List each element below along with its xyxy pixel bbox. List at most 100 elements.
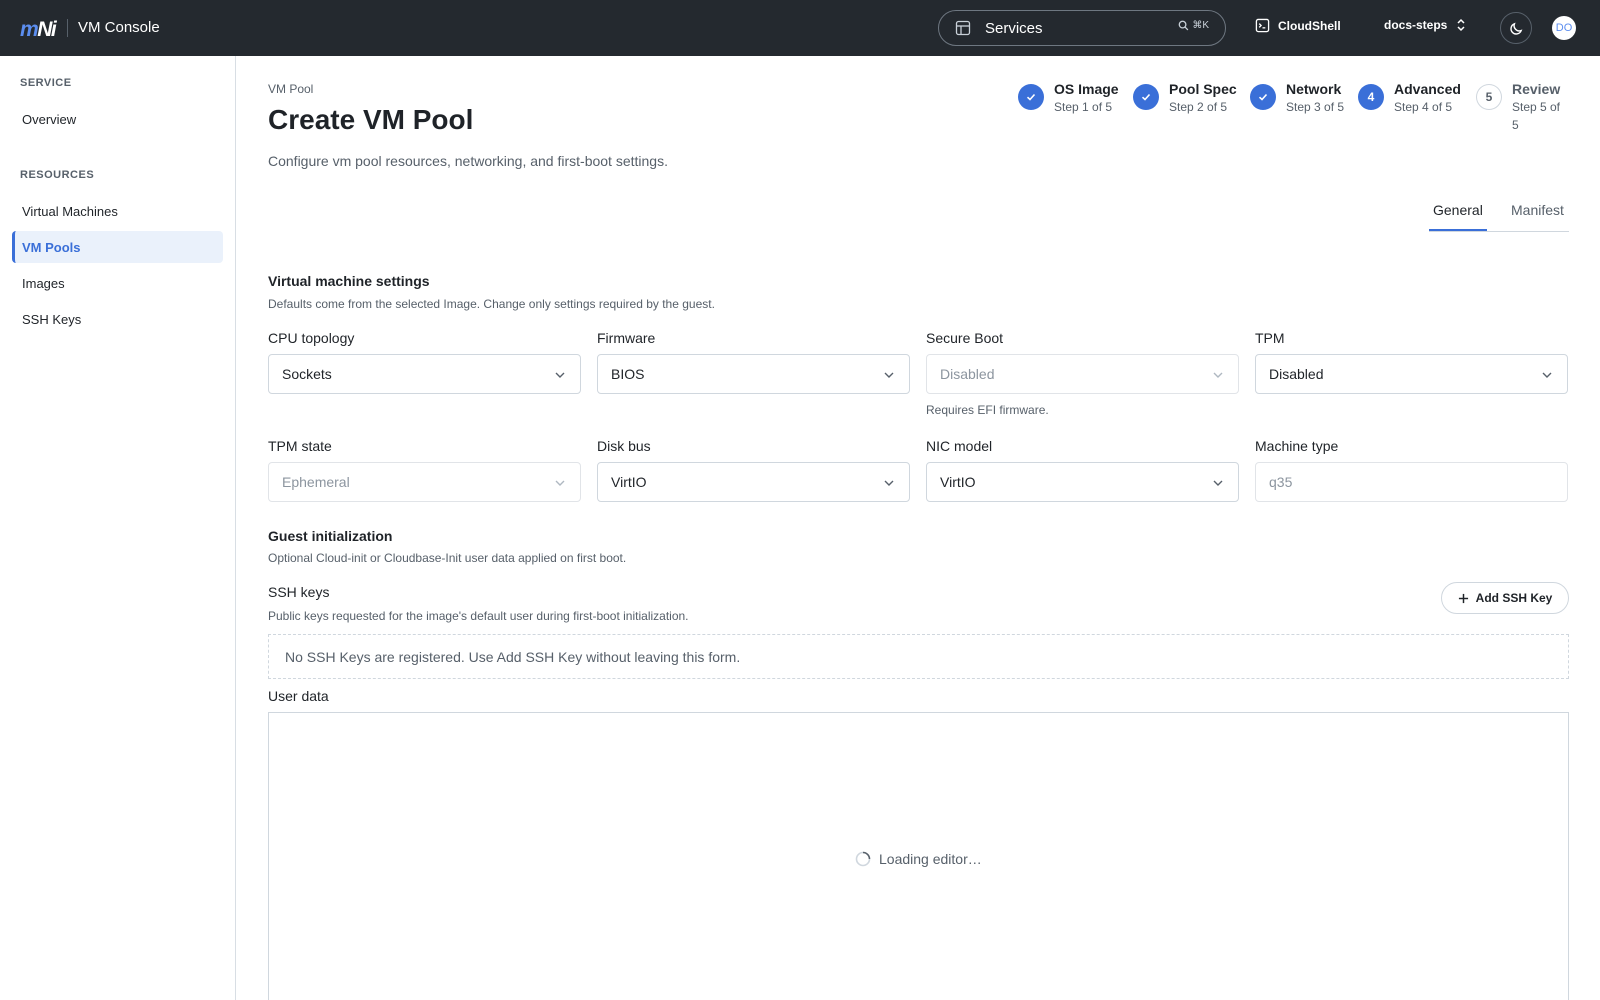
nic-model-select[interactable]: VirtIO — [926, 462, 1239, 502]
step-subtitle: Step 4 of 5 — [1394, 100, 1453, 114]
page-title: Create VM Pool — [268, 104, 474, 135]
services-search[interactable]: Services ⌘K — [938, 10, 1226, 46]
logo[interactable]: m Ni — [20, 18, 57, 42]
step-number: 4 — [1358, 84, 1384, 110]
sidebar-item-virtual-machines[interactable]: Virtual Machines — [12, 195, 223, 227]
chevron-down-icon — [1213, 480, 1223, 486]
tpm-state-label: TPM state — [268, 438, 332, 454]
tpm-select[interactable]: Disabled — [1255, 354, 1568, 394]
logo-m: m — [20, 18, 39, 41]
secure-boot-value: Disabled — [940, 366, 995, 382]
page-description: Configure vm pool resources, networking,… — [268, 153, 668, 169]
step-subtitle: Step 2 of 5 — [1169, 100, 1228, 114]
firmware-select[interactable]: BIOS — [597, 354, 910, 394]
sidebar-item-vm-pools[interactable]: VM Pools — [12, 231, 223, 263]
step-title: Review — [1511, 81, 1561, 97]
shortcut-text: ⌘K — [1192, 20, 1209, 31]
guest-init-description: Optional Cloud-init or Cloudbase-Init us… — [268, 551, 627, 565]
check-icon — [1133, 84, 1159, 110]
step-title: Advanced — [1394, 81, 1461, 97]
user-data-editor[interactable]: Loading editor… — [268, 712, 1569, 1000]
chevron-down-icon — [555, 480, 565, 486]
step-subtitle: Step 5 of 5 — [1511, 100, 1561, 132]
search-icon — [1178, 20, 1189, 31]
disk-bus-label: Disk bus — [597, 438, 651, 454]
machine-type-label: Machine type — [1255, 438, 1339, 454]
step-number: 5 — [1476, 84, 1502, 110]
app-title[interactable]: VM Console — [78, 19, 160, 36]
editor-loading-text: Loading editor… — [879, 851, 982, 867]
terminal-icon — [1255, 18, 1270, 33]
step-title: Pool Spec — [1169, 81, 1237, 97]
search-label: Services — [985, 20, 1043, 37]
tpm-state-select: Ephemeral — [268, 462, 581, 502]
ssh-keys-empty-state: No SSH Keys are registered. Use Add SSH … — [268, 634, 1569, 679]
search-shortcut: ⌘K — [1178, 20, 1209, 31]
firmware-label: Firmware — [597, 330, 656, 346]
disk-bus-value: VirtIO — [611, 474, 647, 490]
sidebar-item-overview[interactable]: Overview — [12, 103, 223, 135]
secure-boot-select: Disabled — [926, 354, 1239, 394]
project-label: docs-steps — [1384, 18, 1448, 32]
tab-manifest[interactable]: Manifest — [1511, 202, 1564, 218]
nic-model-value: VirtIO — [940, 474, 976, 490]
machine-type-placeholder: q35 — [1269, 474, 1293, 490]
chevron-down-icon — [1213, 372, 1223, 378]
tpm-label: TPM — [1255, 330, 1285, 346]
nic-model-label: NIC model — [926, 438, 993, 454]
step-subtitle: Step 3 of 5 — [1286, 100, 1345, 114]
cloudshell-label: CloudShell — [1278, 18, 1341, 33]
cloudshell-button[interactable]: CloudShell — [1255, 18, 1341, 33]
user-data-label: User data — [268, 688, 329, 704]
tpm-value: Disabled — [1269, 366, 1324, 382]
editor-loading: Loading editor… — [855, 851, 982, 867]
ssh-keys-label: SSH keys — [268, 584, 330, 600]
secure-boot-helper: Requires EFI firmware. — [926, 403, 1049, 417]
sidebar-item-ssh-keys[interactable]: SSH Keys — [12, 303, 223, 335]
plus-icon — [1458, 593, 1468, 603]
tab-general[interactable]: General — [1433, 202, 1483, 218]
guest-init-title: Guest initialization — [268, 528, 393, 544]
avatar[interactable]: DO — [1552, 16, 1576, 40]
project-selector[interactable]: docs-steps — [1384, 18, 1467, 32]
machine-type-input[interactable]: q35 — [1255, 462, 1568, 502]
spinner-icon — [855, 851, 871, 867]
check-icon — [1018, 84, 1044, 110]
theme-toggle-button[interactable] — [1500, 12, 1532, 44]
logo-ni: Ni — [37, 18, 57, 41]
breadcrumb[interactable]: VM Pool — [268, 82, 313, 96]
step-subtitle: Step 1 of 5 — [1054, 100, 1113, 114]
sidebar: SERVICE Overview RESOURCES Virtual Machi… — [0, 56, 236, 1000]
step-title: Network — [1286, 81, 1342, 97]
step-pool-spec[interactable]: Pool Spec Step 2 of 5 — [1133, 80, 1237, 116]
cpu-topology-label: CPU topology — [268, 330, 355, 346]
ssh-keys-description: Public keys requested for the image's de… — [268, 609, 689, 623]
sidebar-item-images[interactable]: Images — [12, 267, 223, 299]
chevron-up-down-icon — [1457, 18, 1465, 32]
moon-icon — [1509, 22, 1522, 35]
tab-bar: General Manifest — [1429, 196, 1569, 232]
tpm-state-value: Ephemeral — [282, 474, 350, 490]
vm-settings-description: Defaults come from the selected Image. C… — [268, 297, 715, 311]
step-title: OS Image — [1054, 81, 1119, 97]
step-os-image[interactable]: OS Image Step 1 of 5 — [1018, 80, 1119, 116]
active-tab-indicator — [1429, 229, 1487, 231]
top-bar: m Ni VM Console Services ⌘K CloudShell do… — [0, 0, 1600, 56]
add-ssh-key-label: Add SSH Key — [1475, 591, 1553, 605]
chevron-down-icon — [884, 480, 894, 486]
cpu-topology-value: Sockets — [282, 366, 332, 382]
add-ssh-key-button[interactable]: Add SSH Key — [1441, 582, 1569, 614]
vm-settings-title: Virtual machine settings — [268, 273, 430, 289]
disk-bus-select[interactable]: VirtIO — [597, 462, 910, 502]
chevron-down-icon — [555, 372, 565, 378]
chevron-down-icon — [884, 372, 894, 378]
step-network[interactable]: Network Step 3 of 5 — [1250, 80, 1344, 116]
logo-divider — [67, 19, 68, 37]
secure-boot-label: Secure Boot — [926, 330, 1004, 346]
step-advanced[interactable]: 4 Advanced Step 4 of 5 — [1358, 80, 1461, 116]
cpu-topology-select[interactable]: Sockets — [268, 354, 581, 394]
grid-icon — [955, 20, 971, 36]
step-review[interactable]: 5 Review Step 5 of 5 — [1476, 80, 1570, 134]
sidebar-heading-resources: RESOURCES — [20, 169, 95, 181]
sidebar-heading-service: SERVICE — [20, 77, 72, 89]
